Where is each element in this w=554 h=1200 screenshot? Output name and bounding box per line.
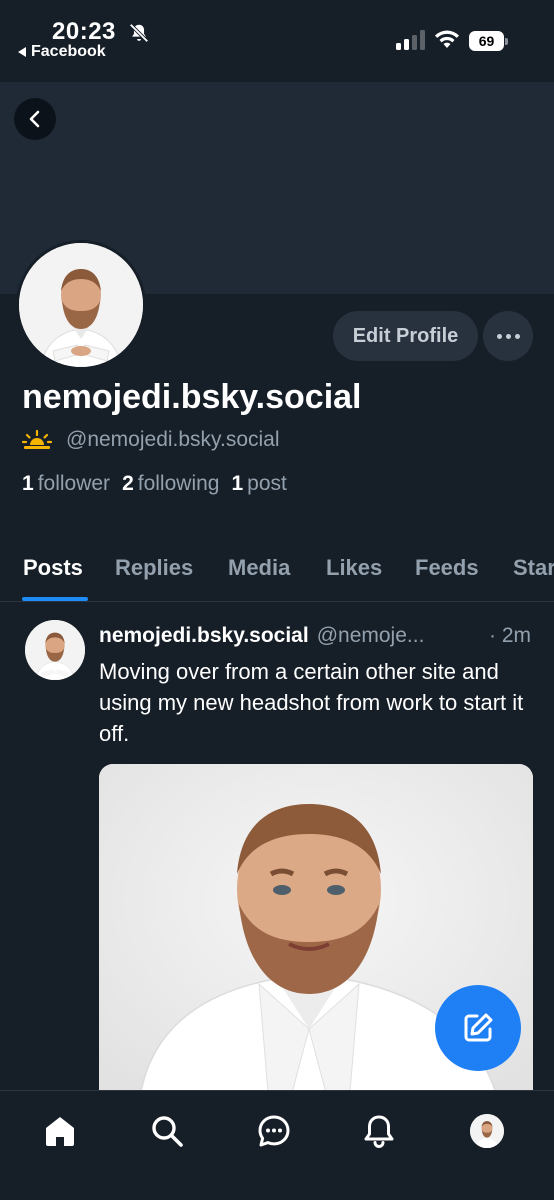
bottom-navigation — [0, 1090, 554, 1200]
wifi-icon — [435, 30, 459, 48]
chevron-left-icon — [29, 110, 40, 128]
home-icon — [46, 1117, 74, 1146]
post-author-handle[interactable]: @nemoje... — [317, 624, 425, 648]
nav-search[interactable] — [147, 1111, 187, 1151]
tab-replies[interactable]: Replies — [115, 555, 193, 581]
tab-posts[interactable]: Posts — [23, 555, 83, 581]
nav-notifications[interactable] — [359, 1111, 399, 1151]
active-tab-indicator — [22, 597, 88, 601]
profile-handle: @nemojedi.bsky.social — [66, 428, 280, 451]
nav-profile-avatar — [470, 1114, 504, 1148]
compose-icon — [464, 1013, 493, 1042]
following-link[interactable]: 2 following — [122, 472, 219, 496]
sunrise-icon — [22, 429, 52, 449]
post-header: nemojedi.bsky.social @nemoje... · 2m — [99, 624, 535, 648]
tab-likes[interactable]: Likes — [326, 555, 382, 581]
nav-chat[interactable] — [254, 1111, 294, 1151]
edit-profile-button[interactable]: Edit Profile — [333, 311, 478, 361]
more-options-button[interactable] — [483, 311, 533, 361]
search-icon — [152, 1116, 183, 1147]
status-time: 20:23 — [52, 18, 116, 45]
status-bar: 20:23 Facebook 69 — [0, 0, 554, 82]
nav-profile[interactable] — [467, 1111, 507, 1151]
avatar-image — [470, 1114, 504, 1148]
back-triangle-icon — [18, 47, 26, 57]
compose-button[interactable] — [435, 985, 521, 1071]
back-button[interactable] — [14, 98, 56, 140]
nav-home[interactable] — [40, 1111, 80, 1151]
bell-off-icon — [129, 23, 149, 43]
post-author-avatar[interactable] — [25, 620, 85, 680]
more-dots-icon — [496, 333, 502, 339]
chat-icon — [258, 1115, 290, 1147]
back-app-label: Facebook — [31, 43, 106, 60]
battery-indicator: 69 — [469, 31, 509, 51]
profile-avatar[interactable] — [16, 240, 146, 370]
followers-link[interactable]: 1 follower — [22, 472, 110, 496]
avatar-image — [25, 620, 85, 680]
back-to-app-link[interactable]: Facebook — [18, 43, 106, 61]
profile-handle-row: @nemojedi.bsky.social — [22, 428, 280, 452]
tab-media[interactable]: Media — [228, 555, 290, 581]
post-text: Moving over from a certain other site an… — [99, 659, 524, 746]
post-author-name[interactable]: nemojedi.bsky.social — [99, 624, 309, 648]
tab-starter-packs[interactable]: Starter Packs — [513, 555, 554, 581]
posts-count: 1 post — [231, 472, 287, 495]
bell-icon — [364, 1115, 394, 1148]
post-timestamp[interactable]: · 2m — [489, 624, 531, 648]
tab-feeds[interactable]: Feeds — [415, 555, 479, 581]
profile-display-name: nemojedi.bsky.social — [22, 378, 362, 416]
profile-stats: 1 follower 2 following 1 post — [22, 472, 287, 496]
profile-tabs: Posts Replies Media Likes Feeds Starter … — [0, 538, 554, 602]
avatar-image — [19, 243, 143, 367]
battery-level: 69 — [469, 31, 504, 51]
signal-icon — [396, 30, 425, 50]
